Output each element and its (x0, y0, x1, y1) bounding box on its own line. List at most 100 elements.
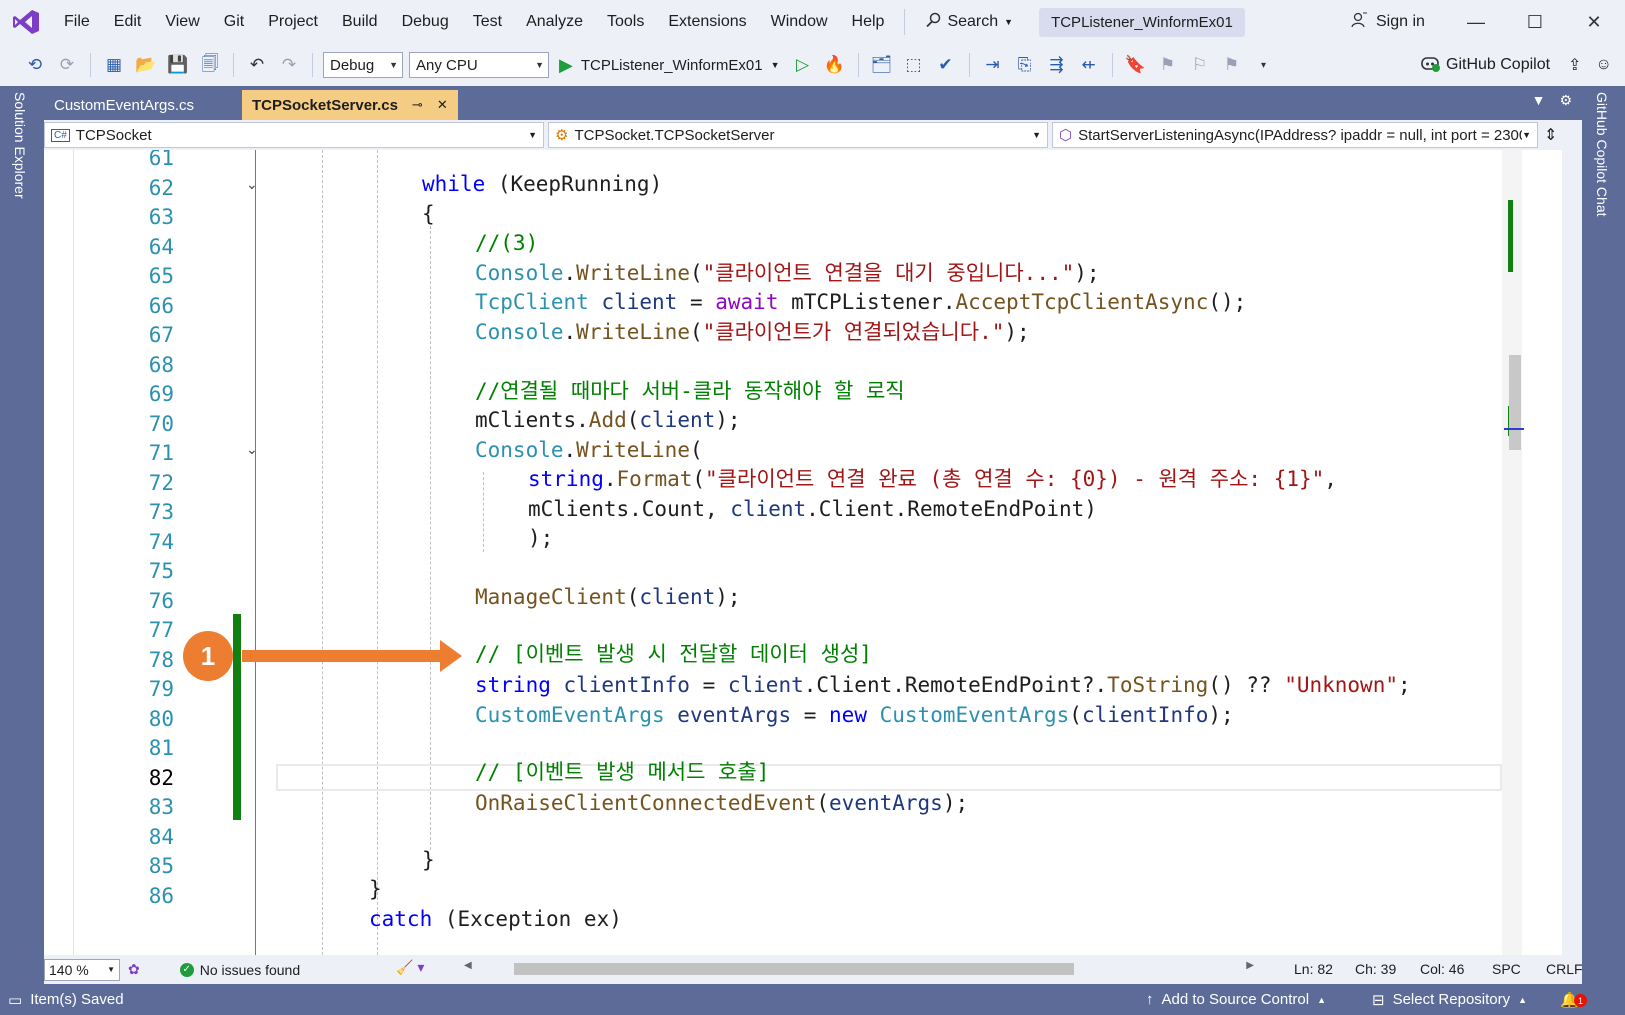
menu-tools[interactable]: Tools (595, 0, 656, 44)
toolbar-overflow-icon[interactable]: ▾ (1251, 52, 1277, 78)
split-editor-icon[interactable]: ⇕ (1544, 125, 1557, 145)
close-tab-icon[interactable]: ✕ (437, 97, 448, 113)
feedback-icon[interactable]: ☺ (1595, 56, 1611, 74)
redo-icon[interactable]: ↷ (276, 52, 302, 78)
select-repository-button[interactable]: ⊟ Select Repository ▲ (1372, 984, 1527, 1015)
issues-indicator[interactable]: ✓ No issues found (179, 962, 300, 978)
menu-project[interactable]: Project (256, 0, 330, 44)
solution-platform-select[interactable]: Any CPU ▼ (409, 52, 549, 78)
chevron-down-icon: ▼ (107, 965, 115, 974)
save-all-icon[interactable]: 🗐 (197, 52, 223, 78)
menu-git[interactable]: Git (212, 0, 256, 44)
start-without-debugging-icon[interactable]: ▷ (790, 52, 816, 78)
keyword: string (528, 467, 604, 491)
indent-guide (430, 226, 431, 850)
scroll-right-icon[interactable]: ▶ (1246, 960, 1254, 971)
indent-icon[interactable]: ⇶ (1044, 52, 1070, 78)
line-indicator[interactable]: Ln: 82 (1294, 955, 1333, 984)
string-literal: "클라이언트 연결을 대기 중입니다..." (702, 260, 1075, 285)
menu-analyze[interactable]: Analyze (514, 0, 595, 44)
menu-test[interactable]: Test (461, 0, 514, 44)
start-debugging-button[interactable]: ▶ TCPListener_WinformEx01 ▼ (555, 55, 784, 76)
line-number: 83 (148, 795, 174, 819)
line-ending-indicator[interactable]: CRLF (1546, 955, 1583, 984)
intellicode-icon[interactable]: ✿ (128, 961, 140, 978)
class-select[interactable]: ⚙ TCPSocket.TCPSocketServer ▼ (548, 122, 1048, 148)
search-button[interactable]: Search ▼ (913, 12, 1025, 33)
step-icon[interactable]: ⇥ (980, 52, 1006, 78)
copilot-chat-tab[interactable]: GitHub Copilot Chat (1594, 92, 1610, 217)
sign-in-label: Sign in (1376, 13, 1425, 30)
undo-icon[interactable]: ↶ (244, 52, 270, 78)
bookmark-icon[interactable]: 🔖 (1123, 52, 1149, 78)
column-indicator[interactable]: Col: 46 (1420, 955, 1464, 984)
code-editor[interactable]: 61 62 63 64 65 66 67 68 69 70 71 72 73 7… (44, 150, 1562, 955)
settings-gear-icon[interactable]: ⚙ (1559, 92, 1572, 109)
code-cleanup-icon[interactable]: 🧹 ▾ (396, 959, 424, 976)
outdent-icon[interactable]: ⇷ (1076, 52, 1102, 78)
method-name: AcceptTcpClientAsync (955, 290, 1209, 314)
menu-file[interactable]: File (52, 0, 102, 44)
variable: client (727, 673, 804, 697)
menu-window[interactable]: Window (759, 0, 840, 44)
menu-debug[interactable]: Debug (390, 0, 461, 44)
char-indicator[interactable]: Ch: 39 (1355, 955, 1396, 984)
user-icon (1350, 11, 1368, 34)
play-icon: ▶ (559, 54, 573, 75)
code-text: (Exception ex) (432, 907, 622, 931)
code-line-70: mClients.Add(client); (475, 406, 741, 436)
solution-explorer-tab[interactable]: Solution Explorer (12, 92, 28, 199)
project-select[interactable]: C# TCPSocket ▼ (44, 122, 544, 148)
share-icon[interactable]: ⇪ (1568, 55, 1581, 75)
spell-check-icon[interactable]: ✔ (933, 52, 959, 78)
zoom-select[interactable]: 140 % ▼ (44, 958, 120, 981)
tab-dropdown-icon[interactable]: ▼ (1532, 92, 1546, 109)
collapse-chevron-icon[interactable]: ⌄ (246, 176, 258, 193)
vertical-scrollbar[interactable] (1502, 150, 1524, 955)
menu-build[interactable]: Build (330, 0, 390, 44)
close-window-button[interactable]: ✕ (1565, 0, 1623, 44)
output-window-icon[interactable]: ▭ (8, 991, 22, 1009)
scroll-left-icon[interactable]: ◀ (464, 960, 472, 971)
minimize-button[interactable]: — (1447, 0, 1505, 44)
hot-reload-icon[interactable]: 🔥 (822, 52, 848, 78)
solution-configuration-select[interactable]: Debug ▼ (323, 52, 403, 78)
maximize-button[interactable]: ☐ (1506, 0, 1564, 44)
menu-extensions[interactable]: Extensions (656, 0, 758, 44)
open-folder-icon[interactable]: 📂 (133, 52, 159, 78)
browse-folder-icon[interactable]: 🗂 (869, 52, 895, 78)
layout-icon[interactable]: ⬚ (901, 52, 927, 78)
next-bookmark-icon[interactable]: ⚐ (1187, 52, 1213, 78)
menu-help[interactable]: Help (840, 0, 897, 44)
menu-view[interactable]: View (153, 0, 211, 44)
standard-toolbar: ⟲ ⟳ ▦ 📂 💾 🗐 ↶ ↷ Debug ▼ Any CPU ▼ ▶ TCPLis… (0, 44, 1625, 86)
scrollbar-thumb[interactable] (1509, 355, 1521, 450)
whitespace-indicator[interactable]: SPC (1492, 955, 1521, 984)
previous-bookmark-icon[interactable]: ⚑ (1155, 52, 1181, 78)
method-name: Add (588, 408, 627, 432)
menu-edit[interactable]: Edit (102, 0, 154, 44)
member-select[interactable]: ⬡ StartServerListeningAsync(IPAddress? ip… (1052, 122, 1538, 148)
keyword: string (475, 673, 551, 697)
navigate-back-icon[interactable]: ⟲ (22, 52, 48, 78)
pin-icon[interactable]: ⊸ (412, 97, 423, 113)
save-icon[interactable]: 💾 (165, 52, 191, 78)
tab-customeventargs[interactable]: CustomEventArgs.cs (44, 90, 240, 120)
add-to-source-control-button[interactable]: ↑ Add to Source Control ▲ (1146, 984, 1326, 1015)
code-line-83: OnRaiseClientConnectedEvent(eventArgs); (475, 789, 968, 819)
string-literal: "Unknown" (1284, 673, 1398, 697)
github-copilot-button[interactable]: GitHub Copilot ⇪ ☺ (1420, 44, 1612, 86)
tab-tcpsocketserver[interactable]: TCPSocketServer.cs ⊸ ✕ (242, 90, 458, 120)
sign-in-button[interactable]: Sign in (1350, 0, 1425, 44)
collapse-chevron-icon[interactable]: ⌄ (246, 441, 258, 458)
code-text: .Client.RemoteEndPoint) (806, 496, 1097, 521)
visual-studio-logo-icon[interactable] (0, 0, 52, 44)
new-project-icon[interactable]: ▦ (101, 52, 127, 78)
navigate-forward-icon[interactable]: ⟳ (54, 52, 80, 78)
copy-icon[interactable]: ⎘ (1012, 52, 1038, 78)
document-tabs: CustomEventArgs.cs TCPSocketServer.cs ⊸ … (44, 86, 1582, 120)
type-name: Console (475, 319, 564, 344)
horizontal-scrollbar-thumb[interactable] (514, 963, 1074, 975)
clear-bookmarks-icon[interactable]: ⚑ (1219, 52, 1245, 78)
horizontal-scrollbar[interactable]: ◀ ▶ (464, 960, 1254, 975)
